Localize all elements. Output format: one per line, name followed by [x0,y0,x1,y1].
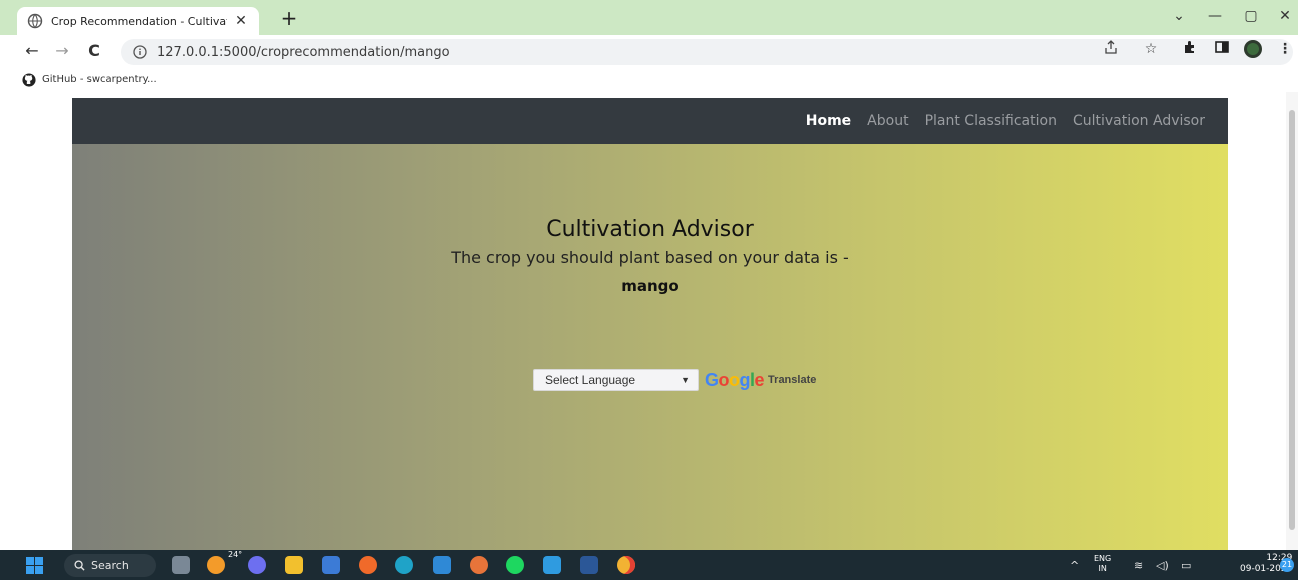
search-icon [74,560,85,571]
language-code: ENG [1094,554,1112,563]
site-navbar: Home About Plant Classification Cultivat… [72,98,1228,144]
scrollbar-thumb[interactable] [1289,110,1295,530]
page-title: Cultivation Advisor [546,217,754,242]
taskbar-search-label: Search [91,559,129,572]
result-text: The crop you should plant based on your … [451,248,849,267]
windows-start-icon[interactable] [26,557,43,574]
nav-link-about[interactable]: About [867,113,908,129]
forward-icon[interactable]: → [50,39,74,63]
nav-link-home[interactable]: Home [806,113,851,129]
nav-link-plant-classification[interactable]: Plant Classification [925,113,1057,129]
page-viewport: Home About Plant Classification Cultivat… [0,92,1298,550]
nav-link-cultivation-advisor[interactable]: Cultivation Advisor [1073,113,1205,129]
site-info-icon[interactable] [133,45,147,59]
task-view-icon[interactable] [172,556,190,574]
github-icon [22,72,36,87]
spotify-icon[interactable] [506,556,524,574]
restore-icon[interactable]: ▢ [1236,4,1266,28]
firefox-icon[interactable] [470,556,488,574]
tab-title: Crop Recommendation - Cultivation [51,14,227,28]
tray-overflow-icon[interactable]: ^ [1070,550,1079,580]
file-explorer-icon[interactable] [285,556,303,574]
word-icon[interactable] [580,556,598,574]
share-icon[interactable] [1101,39,1121,59]
mail-icon[interactable] [433,556,451,574]
edge-icon[interactable] [395,556,413,574]
bookmarks-bar: GitHub - swcarpentry... [0,67,1298,92]
vscode-icon[interactable] [543,556,561,574]
taskbar-search[interactable]: Search [64,554,156,577]
bookmark-star-icon[interactable]: ☆ [1141,39,1161,59]
tab-search-icon[interactable]: ⌄ [1164,4,1194,28]
new-tab-button[interactable]: + [277,6,301,30]
url-text[interactable]: 127.0.0.1:5000/croprecommendation/mango [157,45,1293,60]
window-close-icon[interactable]: ✕ [1270,4,1298,28]
browser-menu-icon[interactable]: ⋮ [1275,39,1295,59]
translate-label[interactable]: Translate [768,374,816,386]
chrome-icon[interactable] [617,556,635,574]
google-translate-widget: Select Language ▼ Google Translate [533,369,816,391]
recommended-crop: mango [621,277,679,295]
back-icon[interactable]: ← [20,39,44,63]
wifi-icon[interactable]: ≋ [1134,550,1143,580]
page-scrollbar[interactable] [1286,92,1298,550]
teams-chat-icon[interactable] [248,556,266,574]
extensions-icon[interactable] [1180,39,1200,59]
reload-icon[interactable]: C [82,39,106,63]
language-select[interactable]: Select Language ▼ [533,369,699,391]
side-panel-icon[interactable] [1212,39,1232,59]
store-icon[interactable] [322,556,340,574]
tab-close-icon[interactable]: ✕ [233,13,249,29]
hero-section: Cultivation Advisor The crop you should … [72,144,1228,550]
language-select-label: Select Language [545,373,636,387]
bookmark-label: GitHub - swcarpentry... [42,74,157,85]
browser-app-icon[interactable] [359,556,377,574]
windows-taskbar: Search 24° ^ ENG IN ≋ ◁) ▭ 12:29 09-01-2… [0,550,1298,580]
browser-tab[interactable]: Crop Recommendation - Cultivation ✕ [17,7,259,35]
weather-icon[interactable] [207,556,225,574]
google-logo: Google [705,369,765,390]
bookmark-github[interactable]: GitHub - swcarpentry... [22,72,157,87]
volume-icon[interactable]: ◁) [1156,550,1169,580]
nav-links: Home About Plant Classification Cultivat… [790,98,1205,144]
tab-strip: Crop Recommendation - Cultivation ✕ + ⌄ … [0,0,1298,35]
globe-icon [27,13,43,29]
profile-avatar-icon[interactable] [1243,39,1263,59]
notification-badge[interactable]: 21 [1280,558,1294,572]
input-language[interactable]: ENG IN [1094,554,1111,574]
region-code: IN [1098,564,1107,573]
weather-temperature: 24° [228,550,243,559]
chevron-down-icon: ▼ [681,375,690,385]
minimize-icon[interactable]: — [1200,4,1230,28]
battery-icon[interactable]: ▭ [1181,550,1191,580]
